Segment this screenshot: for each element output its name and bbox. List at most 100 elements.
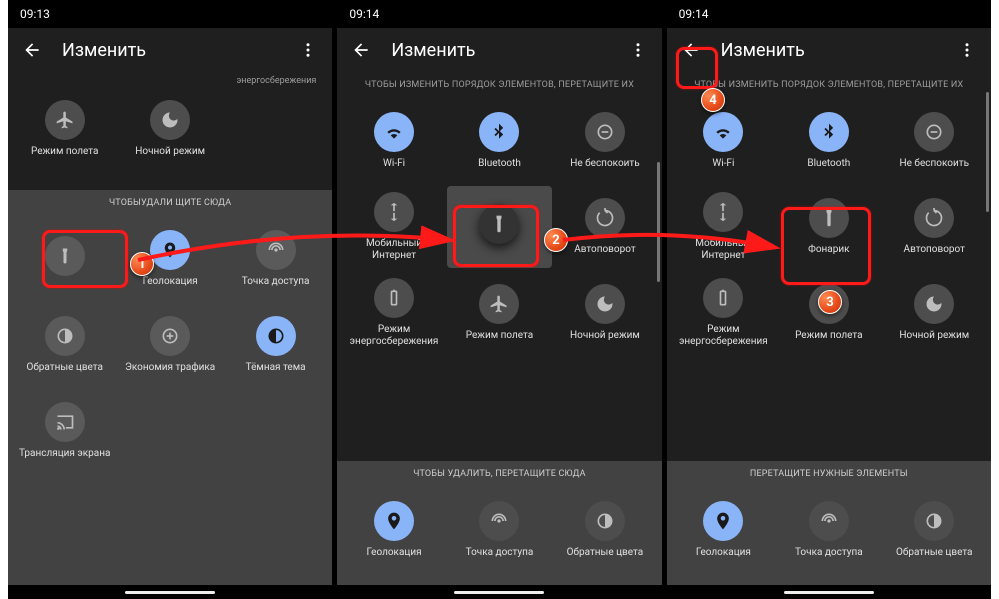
statusbar: 09:14 bbox=[667, 0, 991, 28]
darktheme-icon bbox=[256, 316, 296, 356]
tile-data[interactable]: Мобильный Интернет bbox=[671, 186, 776, 268]
main-tile-section: энергосбережения Режим полета Ночной реж… bbox=[8, 72, 332, 190]
back-button[interactable] bbox=[20, 38, 44, 62]
tile-label: Режим полета bbox=[795, 330, 862, 342]
tile-rotate[interactable]: Автоповорот bbox=[882, 186, 987, 268]
phone-screen-3: 09:14 Изменить ЧТОБЫ ИЗМЕНИТЬ ПОРЯДОК ЭЛ… bbox=[667, 0, 991, 599]
statusbar: 09:13 bbox=[8, 0, 332, 28]
removal-section: ЧТОБЫуДАЛИ ЩИТЕ СЮДА Геолокация Точка до… bbox=[8, 190, 332, 585]
tutorial-composite: 09:13 Изменить энергосбережения Режим по… bbox=[8, 0, 991, 599]
nav-bar[interactable] bbox=[667, 585, 991, 599]
tile-airplane[interactable]: Режим полета bbox=[776, 272, 881, 354]
bluetooth-icon bbox=[809, 112, 849, 152]
removal-section: ЧТОБЫ УДАЛИТЬ, ПЕРЕТАЩИТЕ СЮДА Геолокаци… bbox=[337, 461, 661, 585]
tile-hotspot[interactable]: Точка доступа bbox=[447, 489, 552, 571]
dnd-icon bbox=[585, 112, 625, 152]
invert-icon bbox=[45, 316, 85, 356]
more-button[interactable] bbox=[296, 38, 320, 62]
tile-flashlight[interactable]: Фонарик bbox=[776, 186, 881, 268]
clock: 09:14 bbox=[349, 7, 379, 21]
battery-icon bbox=[703, 278, 743, 318]
tile-dnd[interactable]: Не беспокоить bbox=[882, 100, 987, 182]
moon-icon bbox=[150, 100, 190, 140]
tile-label: Тёмная тема bbox=[246, 362, 306, 374]
tile-night[interactable]: Ночной режим bbox=[117, 88, 222, 170]
tile-rotate[interactable]: Автоповорот bbox=[552, 186, 657, 268]
clock: 09:13 bbox=[20, 7, 50, 21]
clock: 09:14 bbox=[679, 7, 709, 21]
tile-label: Геолокация bbox=[367, 547, 422, 559]
tile-battery[interactable]: Режим энергосбережения bbox=[671, 272, 776, 354]
tile-airplane[interactable]: Режим полета bbox=[447, 272, 552, 354]
back-button[interactable] bbox=[679, 38, 703, 62]
edit-header: Изменить bbox=[337, 28, 661, 72]
tile-cast[interactable]: Трансляция экрана bbox=[12, 390, 117, 472]
tile-label: Экономия трафика bbox=[125, 362, 215, 374]
tile-label: Не беспокоить bbox=[900, 158, 969, 170]
more-button[interactable] bbox=[626, 38, 650, 62]
more-button[interactable] bbox=[955, 38, 979, 62]
tile-wifi[interactable]: Wi-Fi bbox=[671, 100, 776, 182]
tile-label: Режим энергосбережения bbox=[347, 324, 442, 348]
tile-invert[interactable]: Обратные цвета bbox=[882, 489, 987, 571]
wifi-icon bbox=[703, 112, 743, 152]
tile-label: Геолокация bbox=[143, 276, 198, 288]
tile-dnd[interactable]: Не беспокоить bbox=[552, 100, 657, 182]
reorder-instruction: ЧТОБЫ ИЗМЕНИТЬ ПОРЯДОК ЭЛЕМЕНТОВ, ПЕРЕТА… bbox=[337, 72, 661, 94]
invert-icon bbox=[585, 501, 625, 541]
drop-instruction: ЧТОБЫуДАЛИ ЩИТЕ СЮДА bbox=[8, 190, 332, 212]
tile-darktheme[interactable]: Тёмная тема bbox=[223, 304, 328, 386]
arrow-back-icon bbox=[22, 40, 42, 60]
datasaver-icon bbox=[150, 316, 190, 356]
airplane-icon bbox=[45, 100, 85, 140]
back-button[interactable] bbox=[349, 38, 373, 62]
tile-datasaver[interactable]: Экономия трафика bbox=[117, 304, 222, 386]
data-icon bbox=[374, 192, 414, 232]
tile-moon[interactable]: Ночной режим bbox=[882, 272, 987, 354]
tile-bluetooth[interactable]: Bluetooth bbox=[447, 100, 552, 182]
tile-flashlight[interactable] bbox=[12, 218, 117, 300]
moon-icon bbox=[585, 284, 625, 324]
scrollbar[interactable] bbox=[657, 162, 660, 282]
tile-data[interactable]: Мобильный Интернет bbox=[341, 186, 446, 268]
nav-bar[interactable] bbox=[8, 585, 332, 599]
airplane-icon bbox=[809, 284, 849, 324]
tile-flashlight[interactable] bbox=[447, 186, 552, 268]
tile-label: Wi-Fi bbox=[712, 158, 734, 170]
tile-airplane[interactable]: Режим полета bbox=[12, 88, 117, 170]
location-icon bbox=[703, 501, 743, 541]
invert-icon bbox=[914, 501, 954, 541]
tile-label: Мобильный Интернет bbox=[347, 238, 442, 262]
drop-instruction: ПЕРЕТАЩИТЕ НУЖНЫЕ ЭЛЕМЕНТЫ bbox=[667, 461, 991, 483]
tile-label: Автоповорот bbox=[574, 244, 635, 256]
tile-hotspot[interactable]: Точка доступа bbox=[776, 489, 881, 571]
tile-label: Мобильный Интернет bbox=[676, 238, 771, 262]
tile-moon[interactable]: Ночной режим bbox=[552, 272, 657, 354]
tile-invert[interactable]: Обратные цвета bbox=[552, 489, 657, 571]
main-tile-section: ЧТОБЫ ИЗМЕНИТЬ ПОРЯДОК ЭЛЕМЕНТОВ, ПЕРЕТА… bbox=[667, 72, 991, 461]
hotspot-icon bbox=[809, 501, 849, 541]
main-tile-section: ЧТОБЫ ИЗМЕНИТЬ ПОРЯДОК ЭЛЕМЕНТОВ, ПЕРЕТА… bbox=[337, 72, 661, 461]
tile-label: Ночной режим bbox=[570, 330, 640, 342]
flashlight-icon bbox=[809, 198, 849, 238]
rotate-icon bbox=[914, 198, 954, 238]
tile-location[interactable]: Геолокация bbox=[341, 489, 446, 571]
tile-location[interactable]: Геолокация bbox=[117, 218, 222, 300]
battery-icon bbox=[374, 278, 414, 318]
nav-bar[interactable] bbox=[337, 585, 661, 599]
rotate-icon bbox=[585, 198, 625, 238]
tile-invert[interactable]: Обратные цвета bbox=[12, 304, 117, 386]
tile-label: Ночной режим bbox=[899, 330, 969, 342]
arrow-back-icon bbox=[681, 40, 701, 60]
tile-bluetooth[interactable]: Bluetooth bbox=[776, 100, 881, 182]
tile-battery[interactable]: Режим энергосбережения bbox=[341, 272, 446, 354]
tile-wifi[interactable]: Wi-Fi bbox=[341, 100, 446, 182]
tile-label: Фонарик bbox=[808, 244, 849, 256]
tile-location[interactable]: Геолокация bbox=[671, 489, 776, 571]
tile-label: Bluetooth bbox=[478, 158, 521, 170]
tile-label: Bluetooth bbox=[807, 158, 850, 170]
more-vert-icon bbox=[629, 41, 647, 59]
scrollbar[interactable] bbox=[986, 92, 989, 212]
tile-hotspot[interactable]: Точка доступа bbox=[223, 218, 328, 300]
phone-screen-1: 09:13 Изменить энергосбережения Режим по… bbox=[8, 0, 332, 599]
